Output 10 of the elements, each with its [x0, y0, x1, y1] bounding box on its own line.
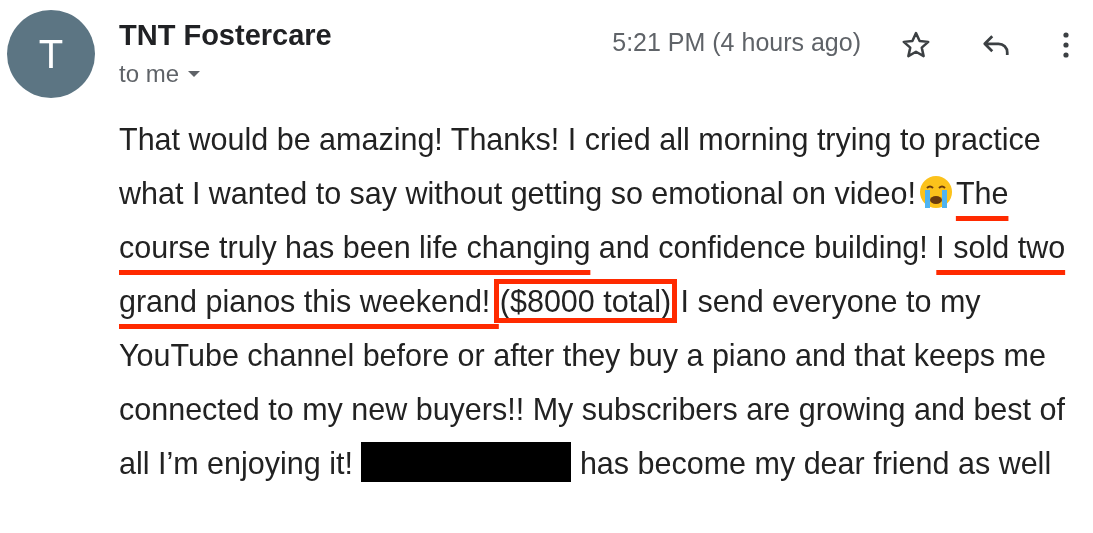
sender-name: TNT Fostercare: [119, 18, 332, 53]
crying-face-icon: [917, 174, 954, 210]
star-icon[interactable]: [901, 30, 931, 60]
reply-icon[interactable]: [981, 32, 1011, 58]
recipient-label: to me: [119, 59, 180, 89]
email-body: That would be amazing! Thanks! I cried all morning trying to practice what I wanted to say without getting so emotional on video! The course truly has been life changing and confidence building! I sold two grand pianos this weekend! ($8000 total) I send everyone to my YouTube channel before or after they buy a piano and that keeps me connected to my new buyers!! My subscribers are growing and best of all I’m enjoying it! has become my dear friend as well: [119, 121, 1067, 484]
caret-icon[interactable]: [187, 70, 202, 78]
more-icon[interactable]: [1063, 32, 1069, 58]
avatar: T: [7, 10, 95, 98]
timestamp: 5:21 PM (4 hours ago): [612, 27, 861, 58]
